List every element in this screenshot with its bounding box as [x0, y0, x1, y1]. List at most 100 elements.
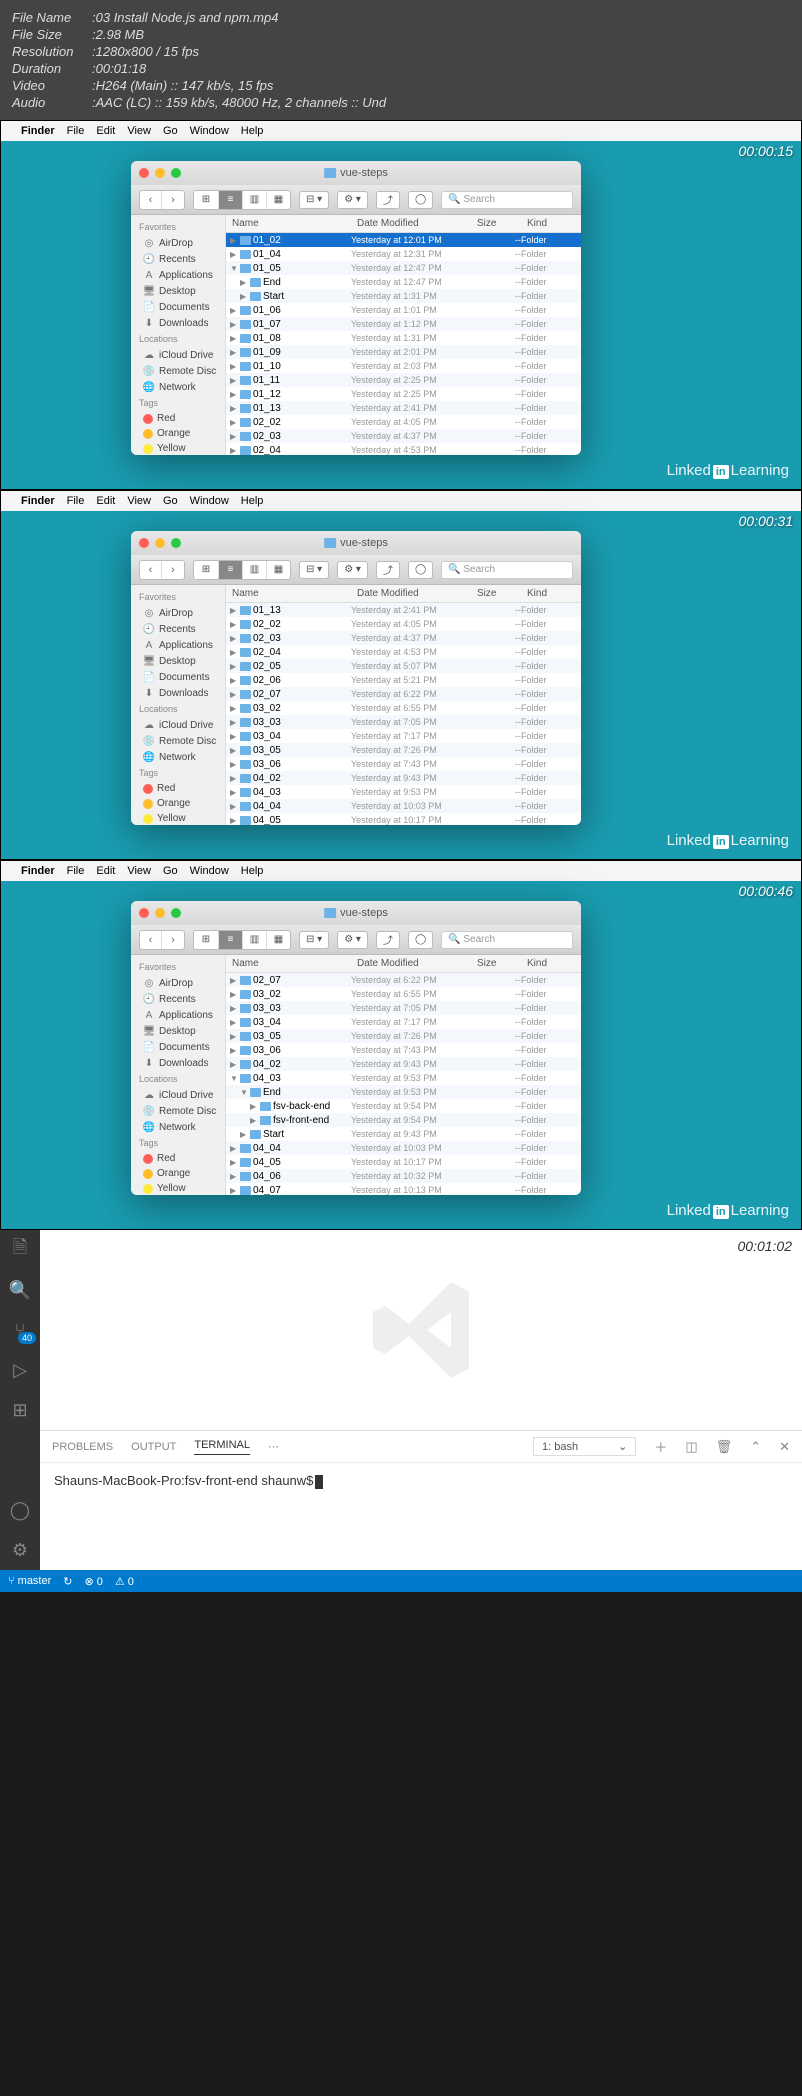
menu-file[interactable]: File [67, 865, 85, 877]
file-row[interactable]: ▶02_03 Yesterday at 4:37 PM--Folder [226, 429, 581, 443]
close-icon[interactable]: ✕ [779, 1439, 790, 1455]
file-row[interactable]: ▼End Yesterday at 9:53 PM--Folder [226, 1085, 581, 1099]
menu-help[interactable]: Help [241, 865, 264, 877]
file-row[interactable]: ▶03_03 Yesterday at 7:05 PM--Folder [226, 1001, 581, 1015]
sidebar-item[interactable]: 💿Remote Disc [131, 1103, 225, 1119]
tags-button[interactable]: ◯ [408, 191, 433, 209]
file-row[interactable]: ▶01_11 Yesterday at 2:25 PM--Folder [226, 373, 581, 387]
search-input[interactable]: 🔍 Search [441, 931, 573, 949]
sidebar-item[interactable]: 🌐Network [131, 379, 225, 395]
file-row[interactable]: ▶03_06 Yesterday at 7:43 PM--Folder [226, 757, 581, 771]
warnings-count[interactable]: ⚠ 0 [115, 1575, 134, 1588]
titlebar[interactable]: vue-steps [131, 531, 581, 555]
file-row[interactable]: ▶02_06 Yesterday at 5:21 PM--Folder [226, 673, 581, 687]
view-buttons[interactable]: ⊞≡▥▦ [193, 190, 291, 210]
titlebar[interactable]: vue-steps [131, 161, 581, 185]
errors-count[interactable]: ⊗ 0 [85, 1575, 103, 1588]
sidebar-item[interactable]: ⬇Downloads [131, 685, 225, 701]
menu-help[interactable]: Help [241, 495, 264, 507]
tab-output[interactable]: OUTPUT [131, 1441, 176, 1453]
settings-icon[interactable]: ⚙ [8, 1538, 32, 1562]
file-row[interactable]: ▼04_03 Yesterday at 9:53 PM--Folder [226, 1071, 581, 1085]
column-headers[interactable]: NameDate ModifiedSizeKind [226, 215, 581, 233]
nav-buttons[interactable]: ‹› [139, 560, 185, 580]
view-buttons[interactable]: ⊞≡▥▦ [193, 930, 291, 950]
status-bar[interactable]: ⑂ master ↻ ⊗ 0 ⚠ 0 [0, 1570, 802, 1592]
file-row[interactable]: ▶04_05 Yesterday at 10:17 PM--Folder [226, 813, 581, 825]
file-row[interactable]: ▶03_03 Yesterday at 7:05 PM--Folder [226, 715, 581, 729]
menu-view[interactable]: View [127, 125, 151, 137]
titlebar[interactable]: vue-steps [131, 901, 581, 925]
close-button[interactable] [139, 168, 149, 178]
trash-icon[interactable]: 🗑 [716, 1439, 733, 1455]
file-row[interactable]: ▶Start Yesterday at 1:31 PM--Folder [226, 289, 581, 303]
share-button[interactable]: ⤴ [376, 191, 400, 209]
menu-edit[interactable]: Edit [96, 865, 115, 877]
sidebar-item[interactable]: ⬇Downloads [131, 1055, 225, 1071]
file-row[interactable]: ▶02_02 Yesterday at 4:05 PM--Folder [226, 617, 581, 631]
file-row[interactable]: ▶01_08 Yesterday at 1:31 PM--Folder [226, 331, 581, 345]
file-row[interactable]: ▶fsv-back-end Yesterday at 9:54 PM--Fold… [226, 1099, 581, 1113]
menu-file[interactable]: File [67, 495, 85, 507]
file-row[interactable]: ▶04_07 Yesterday at 10:13 PM--Folder [226, 1183, 581, 1195]
menubar[interactable]: Finder File Edit View Go Window Help [1, 491, 801, 511]
search-input[interactable]: 🔍 Search [441, 191, 573, 209]
sidebar-tag[interactable]: Orange [131, 1166, 225, 1181]
sidebar-item[interactable]: 📄Documents [131, 669, 225, 685]
sidebar-item[interactable]: 🕘Recents [131, 251, 225, 267]
file-row[interactable]: ▶04_04 Yesterday at 10:03 PM--Folder [226, 799, 581, 813]
sidebar-item[interactable]: AApplications [131, 637, 225, 653]
sidebar-item[interactable]: ☁iCloud Drive [131, 717, 225, 733]
file-row[interactable]: ▶03_04 Yesterday at 7:17 PM--Folder [226, 1015, 581, 1029]
file-row[interactable]: ▶04_06 Yesterday at 10:32 PM--Folder [226, 1169, 581, 1183]
close-button[interactable] [139, 908, 149, 918]
explorer-icon[interactable]: 🗎 [8, 1238, 32, 1262]
file-row[interactable]: ▶02_02 Yesterday at 4:05 PM--Folder [226, 415, 581, 429]
sidebar-item[interactable]: 🕘Recents [131, 991, 225, 1007]
sidebar-item[interactable]: AApplications [131, 267, 225, 283]
menubar[interactable]: Finder File Edit View Go Window Help [1, 121, 801, 141]
arrange-button[interactable]: ⊟ ▾ [299, 931, 329, 949]
menu-window[interactable]: Window [190, 125, 229, 137]
source-control-icon[interactable]: ⑂ [8, 1318, 32, 1342]
sync-icon[interactable]: ↻ [63, 1575, 72, 1588]
file-row[interactable]: ▼01_05 Yesterday at 12:47 PM--Folder [226, 261, 581, 275]
debug-icon[interactable]: ▷ [8, 1358, 32, 1382]
sidebar-item[interactable]: ◎AirDrop [131, 605, 225, 621]
arrange-button[interactable]: ⊟ ▾ [299, 561, 329, 579]
sidebar-tag[interactable]: Red [131, 781, 225, 796]
sidebar-item[interactable]: 📄Documents [131, 1039, 225, 1055]
tags-button[interactable]: ◯ [408, 561, 433, 579]
new-terminal-icon[interactable]: ＋ [654, 1437, 667, 1456]
search-icon[interactable]: 🔍 [8, 1278, 32, 1302]
split-terminal-icon[interactable]: ◫ [685, 1439, 697, 1455]
sidebar-tag[interactable]: Yellow [131, 441, 225, 455]
file-row[interactable]: ▶03_05 Yesterday at 7:26 PM--Folder [226, 743, 581, 757]
tab-problems[interactable]: PROBLEMS [52, 1441, 113, 1453]
sidebar-tag[interactable]: Orange [131, 426, 225, 441]
sidebar-item[interactable]: 🌐Network [131, 749, 225, 765]
file-row[interactable]: ▶01_06 Yesterday at 1:01 PM--Folder [226, 303, 581, 317]
action-button[interactable]: ⚙ ▾ [337, 191, 368, 209]
back-button[interactable]: ‹ [140, 561, 162, 579]
nav-buttons[interactable]: ‹› [139, 190, 185, 210]
tab-terminal[interactable]: TERMINAL [194, 1439, 250, 1455]
file-row[interactable]: ▶04_05 Yesterday at 10:17 PM--Folder [226, 1155, 581, 1169]
sidebar-item[interactable]: 🖥Desktop [131, 1023, 225, 1039]
menu-view[interactable]: View [127, 495, 151, 507]
minimize-button[interactable] [155, 168, 165, 178]
menu-go[interactable]: Go [163, 495, 178, 507]
file-row[interactable]: ▶02_07 Yesterday at 6:22 PM--Folder [226, 687, 581, 701]
file-row[interactable]: ▶02_04 Yesterday at 4:53 PM--Folder [226, 443, 581, 455]
file-row[interactable]: ▶01_10 Yesterday at 2:03 PM--Folder [226, 359, 581, 373]
terminal-output[interactable]: Shauns-MacBook-Pro:fsv-front-end shaunw$ [40, 1463, 802, 1570]
sidebar-item[interactable]: AApplications [131, 1007, 225, 1023]
arrange-button[interactable]: ⊟ ▾ [299, 191, 329, 209]
back-button[interactable]: ‹ [140, 931, 162, 949]
sidebar-item[interactable]: 💿Remote Disc [131, 733, 225, 749]
sidebar-item[interactable]: ◎AirDrop [131, 235, 225, 251]
sidebar-tag[interactable]: Orange [131, 796, 225, 811]
zoom-button[interactable] [171, 908, 181, 918]
sidebar-item[interactable]: 🖥Desktop [131, 653, 225, 669]
sidebar-item[interactable]: 🖥Desktop [131, 283, 225, 299]
